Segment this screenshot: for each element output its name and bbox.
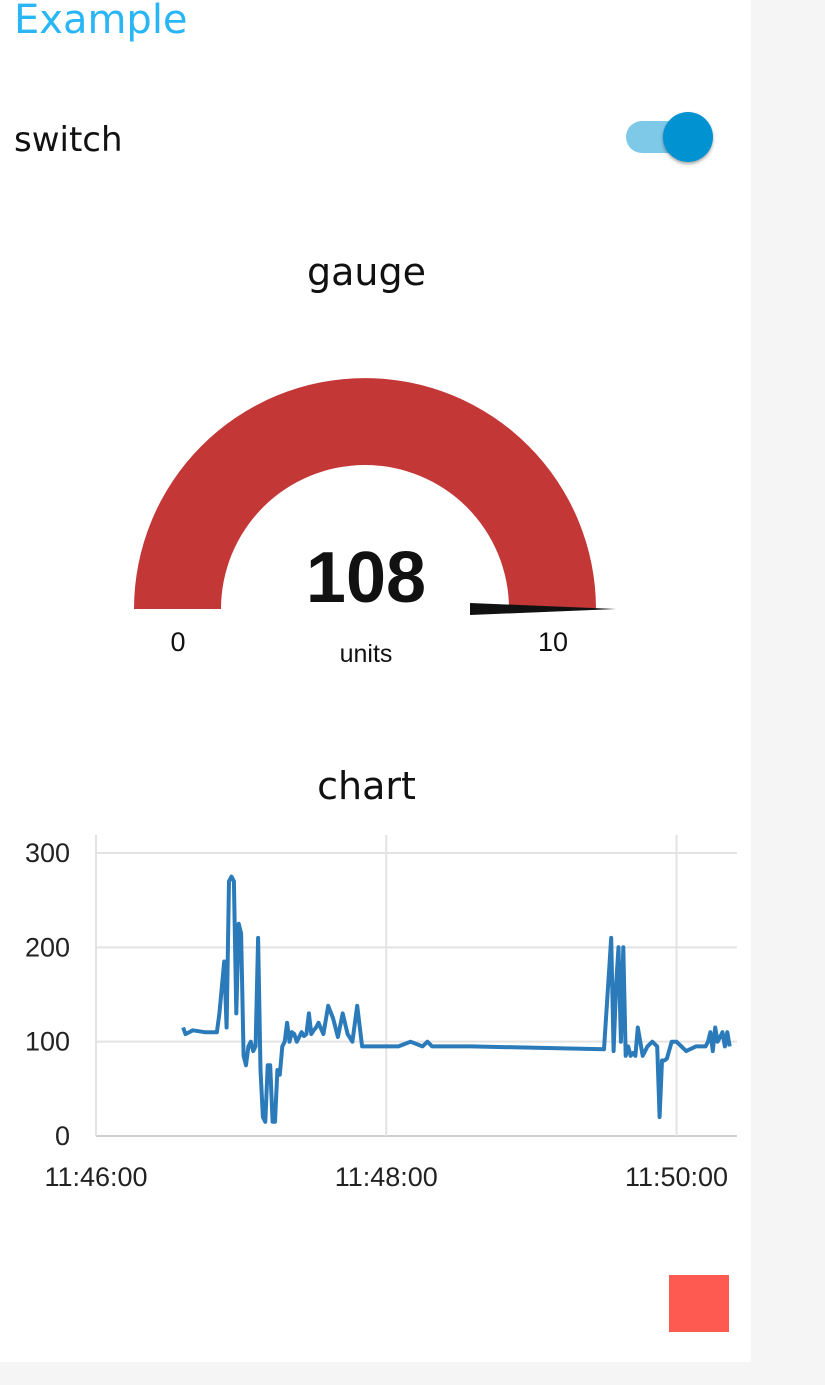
group-title: Example (14, 0, 188, 43)
gauge-min-label: 0 (170, 627, 185, 657)
gauge-value: 108 (306, 538, 426, 618)
gauge: 108 units 0 10 (134, 378, 616, 668)
gauge-title: gauge (307, 250, 426, 294)
y-tick-label: 300 (25, 838, 70, 868)
status-indicator (669, 1275, 729, 1332)
x-tick-label: 11:48:00 (335, 1162, 438, 1192)
dashboard-card: Example switch gauge 108 units 0 10 char… (0, 0, 751, 1362)
chart-title: chart (317, 764, 416, 808)
y-tick-label: 100 (25, 1027, 70, 1057)
switch-thumb[interactable] (663, 112, 713, 162)
y-tick-label: 200 (25, 932, 70, 962)
series-line (181, 874, 732, 1124)
gauge-max-label: 10 (538, 627, 568, 657)
toggle-switch[interactable] (626, 112, 713, 164)
gauge-units: units (340, 640, 393, 668)
chart-grid (95, 835, 737, 1137)
switch-label: switch (14, 120, 123, 160)
y-tick-label: 0 (55, 1121, 70, 1151)
x-tick-label: 11:46:00 (44, 1162, 147, 1192)
line-chart: 300 200 100 0 11:46:00 11:48:00 11:50:00 (25, 835, 737, 1192)
chart-series (181, 874, 732, 1124)
x-tick-label: 11:50:00 (625, 1162, 728, 1192)
